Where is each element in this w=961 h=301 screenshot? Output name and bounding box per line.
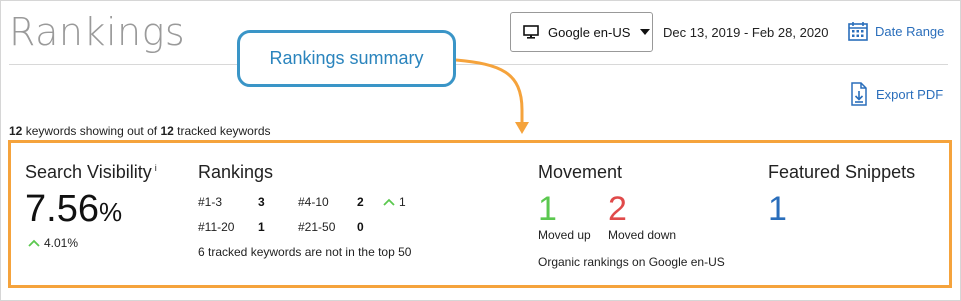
- date-range-text: Dec 13, 2019 - Feb 28, 2020: [663, 25, 829, 40]
- moved-down-label: Moved down: [608, 228, 677, 242]
- rank-bucket-value: 3: [258, 195, 265, 209]
- search-engine-dropdown[interactable]: Google en-US: [510, 12, 653, 52]
- rank-bucket-value: 1: [258, 220, 265, 234]
- rank-bucket-value: 2: [357, 195, 364, 209]
- search-visibility-value: 7.56%: [25, 188, 122, 231]
- moved-down-count: 2: [608, 190, 627, 228]
- search-visibility-number: 7.56: [25, 188, 99, 230]
- search-engine-label: Google en-US: [548, 24, 631, 40]
- search-visibility-change-value: 4.01%: [44, 236, 79, 250]
- page-title: Rankings: [9, 10, 186, 54]
- search-visibility-heading: Search Visibility: [25, 162, 152, 182]
- file-download-icon: [851, 82, 867, 106]
- arrow-up-icon: [383, 198, 395, 206]
- arrow-up-icon: [28, 239, 40, 247]
- keywords-summary-end: tracked keywords: [177, 124, 271, 138]
- rankings-title: Rankings: [198, 162, 274, 182]
- rank-bucket-label: #1-3: [198, 195, 223, 209]
- monitor-icon: [523, 25, 539, 39]
- keywords-shown-count: 12: [9, 124, 23, 138]
- keywords-summary-middle: keywords showing out of: [25, 124, 158, 138]
- movement-note: Organic rankings on Google en-US: [538, 255, 725, 269]
- export-pdf-label: Export PDF: [876, 86, 944, 102]
- calendar-icon: [848, 22, 868, 41]
- moved-up-label: Moved up: [538, 228, 591, 242]
- keywords-summary: 12 keywords showing out of 12 tracked ke…: [9, 124, 271, 138]
- title-divider: [9, 64, 948, 65]
- rank-bucket-label: #21-50: [298, 220, 336, 234]
- moved-up-count: 1: [538, 190, 557, 228]
- rank-bucket-value: 0: [357, 220, 364, 234]
- movement-title: Movement: [538, 162, 623, 182]
- keywords-tracked-count: 12: [160, 124, 174, 138]
- caret-down-icon: [640, 29, 651, 35]
- rank-bucket-label: #11-20: [198, 220, 235, 234]
- date-range-button-label: Date Range: [875, 23, 945, 39]
- rankings-note: 6 tracked keywords are not in the top 50: [198, 245, 412, 259]
- featured-snippets-title: Featured Snippets: [768, 162, 916, 182]
- info-icon[interactable]: i: [155, 163, 157, 173]
- search-visibility-unit: %: [98, 197, 123, 227]
- callout-box: Rankings summary: [237, 30, 456, 87]
- callout-label: Rankings summary: [269, 48, 424, 68]
- featured-snippets-count: 1: [768, 190, 787, 228]
- search-visibility-title: Search Visibility i: [25, 162, 157, 183]
- rank-bucket-change: 1: [383, 195, 406, 209]
- rank-bucket-change-value: 1: [399, 195, 406, 209]
- search-visibility-change: 4.01%: [28, 236, 78, 250]
- rank-bucket-label: #4-10: [298, 195, 329, 209]
- export-pdf-button[interactable]: Export PDF: [850, 82, 943, 106]
- date-range-button[interactable]: Date Range: [847, 20, 944, 42]
